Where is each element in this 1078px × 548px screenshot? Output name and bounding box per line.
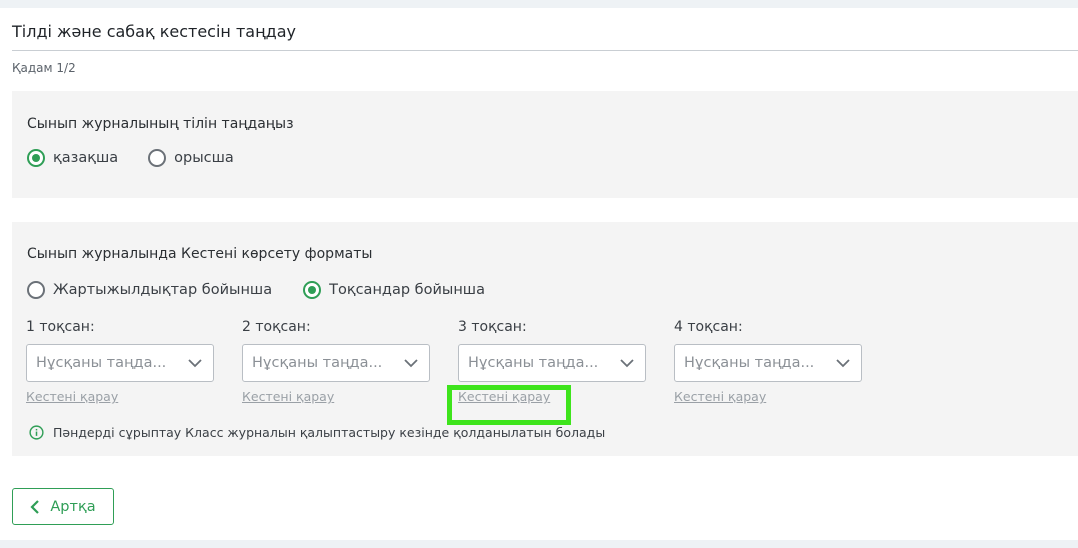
- chevron-left-icon: [30, 499, 40, 514]
- quarter-3: 3 тоқсан: Нұсқаны таңда... Кестені қарау: [458, 318, 646, 405]
- quarter-1: 1 тоқсан: Нұсқаны таңда... Кестені қарау: [26, 318, 214, 405]
- radio-russian-label: орысша: [174, 150, 234, 166]
- quarter-1-view-link[interactable]: Кестені қарау: [26, 389, 118, 404]
- quarter-4: 4 тоқсан: Нұсқаны таңда... Кестені қарау: [674, 318, 862, 405]
- quarter-1-select[interactable]: Нұсқаны таңда...: [26, 344, 214, 382]
- radio-semesters-label: Жартыжылдықтар бойынша: [53, 282, 273, 298]
- radio-russian[interactable]: орысша: [148, 149, 234, 167]
- quarter-4-view-link[interactable]: Кестені қарау: [674, 389, 766, 404]
- language-heading: Сынып журналының тілін таңдаңыз: [27, 116, 294, 132]
- language-radio-group: қазақша орысша: [27, 149, 234, 167]
- radio-unchecked-icon: [148, 149, 167, 167]
- radio-semesters[interactable]: Жартыжылдықтар бойынша: [27, 281, 272, 299]
- back-button[interactable]: Артқа: [12, 488, 114, 525]
- radio-checked-icon: [27, 149, 45, 167]
- quarter-3-placeholder: Нұсқаны таңда...: [468, 355, 599, 371]
- back-button-label: Артқа: [50, 498, 96, 515]
- radio-unchecked-icon: [27, 281, 45, 299]
- quarter-3-label: 3 тоқсан:: [458, 319, 527, 335]
- page-title: Тілді және сабақ кестесін таңдау: [12, 22, 296, 41]
- chevron-down-icon: [404, 359, 418, 368]
- radio-quarters[interactable]: Тоқсандар бойынша: [303, 281, 485, 299]
- quarter-1-placeholder: Нұсқаны таңда...: [36, 355, 167, 371]
- radio-quarters-label: Тоқсандар бойынша: [329, 282, 485, 298]
- chevron-down-icon: [188, 359, 202, 368]
- quarter-1-label: 1 тоқсан:: [26, 319, 95, 335]
- quarter-3-view-link[interactable]: Кестені қарау: [458, 389, 550, 404]
- quarter-2-placeholder: Нұсқаны таңда...: [252, 355, 383, 371]
- radio-kazakh-label: қазақша: [53, 150, 119, 166]
- quarter-4-label: 4 тоқсан:: [674, 319, 743, 335]
- info-circle-icon: [29, 425, 44, 440]
- language-panel: Сынып журналының тілін таңдаңыз қазақша …: [12, 91, 1078, 198]
- quarter-2: 2 тоқсан: Нұсқаны таңда... Кестені қарау: [242, 318, 430, 405]
- chevron-down-icon: [836, 359, 850, 368]
- title-divider: [12, 50, 1078, 51]
- quarter-2-label: 2 тоқсан:: [242, 319, 311, 335]
- quarter-4-placeholder: Нұсқаны таңда...: [684, 355, 815, 371]
- chevron-down-icon: [620, 359, 634, 368]
- schedule-format-panel: Сынып журналында Кестені көрсету форматы…: [12, 222, 1078, 456]
- info-note: Пәндерді сұрыптау Класс журналын қалыпта…: [29, 425, 605, 440]
- radio-kazakh[interactable]: қазақша: [27, 149, 118, 167]
- info-text: Пәндерді сұрыптау Класс журналын қалыпта…: [53, 425, 606, 440]
- format-heading: Сынып журналында Кестені көрсету форматы: [27, 246, 373, 262]
- radio-checked-icon: [303, 281, 322, 299]
- quarter-2-select[interactable]: Нұсқаны таңда...: [242, 344, 430, 382]
- quarter-2-view-link[interactable]: Кестені қарау: [242, 389, 334, 404]
- quarter-4-select[interactable]: Нұсқаны таңда...: [674, 344, 862, 382]
- quarter-3-select[interactable]: Нұсқаны таңда...: [458, 344, 646, 382]
- step-indicator: Қадам 1/2: [12, 61, 76, 75]
- format-radio-group: Жартыжылдықтар бойынша Тоқсандар бойынша: [27, 281, 485, 299]
